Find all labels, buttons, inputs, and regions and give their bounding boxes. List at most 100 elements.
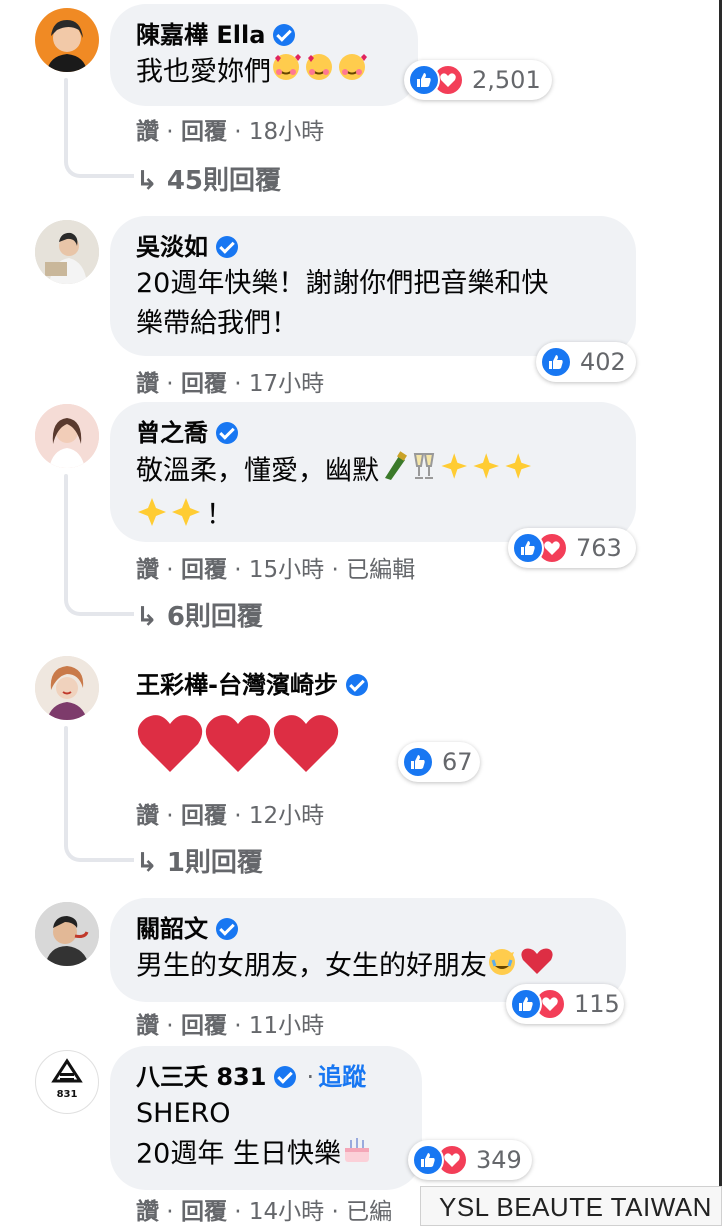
avatar[interactable] <box>35 8 99 72</box>
verified-badge-icon <box>274 1066 297 1088</box>
red-heart-emoji-icon <box>137 715 339 772</box>
reaction-count: 67 <box>442 748 473 776</box>
comment-hearts <box>136 710 444 780</box>
like-reaction-icon <box>402 746 434 778</box>
comment-author[interactable]: 關韶文 <box>136 912 600 946</box>
like-link[interactable]: 讚 <box>136 119 159 145</box>
reply-link[interactable]: 回覆 <box>181 1013 227 1039</box>
comment-text-content: 敬溫柔，懂愛，幽默 <box>136 455 379 487</box>
like-reaction-icon <box>512 532 544 564</box>
view-replies[interactable]: ↳ 6則回覆 <box>136 596 263 633</box>
reaction-summary[interactable]: 763 <box>508 528 636 568</box>
band-logo-icon: 831 <box>51 1058 83 1100</box>
comment-author[interactable]: 王彩樺-台灣濱崎步 <box>136 668 444 702</box>
comment-actions: 讚 · 回覆 · 18小時 <box>136 119 325 145</box>
like-reaction-icon <box>408 64 440 96</box>
comment-actions: 讚 · 回覆 · 17小時 <box>136 371 325 397</box>
verified-badge-icon <box>216 236 238 258</box>
comment-text-line: SHERO <box>136 1098 231 1129</box>
verified-badge-icon <box>216 422 238 444</box>
reply-connector <box>64 826 134 862</box>
author-name[interactable]: 關韶文 <box>136 912 208 946</box>
view-replies[interactable]: ↳ 45則回覆 <box>136 160 281 197</box>
like-link[interactable]: 讚 <box>136 1199 159 1225</box>
avatar[interactable] <box>35 902 99 966</box>
comment-text-content: 男生的女朋友，女生的好朋友 <box>136 950 487 982</box>
champagne-sparkles-emoji-icon <box>379 450 555 494</box>
reply-link[interactable]: 回覆 <box>181 371 227 397</box>
reaction-count: 763 <box>576 534 622 562</box>
like-link[interactable]: 讚 <box>136 1013 159 1039</box>
reply-connector <box>64 140 134 178</box>
comment-author[interactable]: 曾之喬 <box>136 416 610 450</box>
comment-text-content: 20週年 生日快樂 <box>136 1138 341 1170</box>
reply-arrow-icon: ↳ <box>136 166 167 196</box>
like-link[interactable]: 讚 <box>136 803 159 829</box>
comment-author[interactable]: 八三夭 831 · 追蹤 <box>136 1060 396 1094</box>
crying-cat-heart-emoji-icon <box>487 946 553 988</box>
comment-text: 20週年 生日快樂 <box>136 1134 396 1176</box>
reply-arrow-icon: ↳ <box>136 602 167 632</box>
edited-label: 已編輯 <box>346 557 416 583</box>
verified-badge-icon <box>345 674 368 696</box>
author-name[interactable]: 吳淡如 <box>136 230 208 264</box>
reaction-count: 402 <box>580 348 626 376</box>
reaction-count: 2,501 <box>472 66 541 94</box>
like-link[interactable]: 讚 <box>136 371 159 397</box>
like-link[interactable]: 讚 <box>136 557 159 583</box>
replies-count-label[interactable]: 1則回覆 <box>167 848 263 878</box>
like-reaction-icon <box>540 346 572 378</box>
verified-badge-icon <box>273 24 296 46</box>
comment-author[interactable]: 吳淡如 <box>136 230 610 264</box>
comment-text: 男生的女朋友，女生的好朋友 <box>136 946 600 988</box>
svg-text:831: 831 <box>57 1089 78 1100</box>
reaction-summary[interactable]: 67 <box>398 742 480 782</box>
comment-bubble: 曾之喬 敬溫柔，懂愛，幽默 ！ <box>110 402 636 542</box>
thread-line <box>64 78 68 148</box>
reply-arrow-icon: ↳ <box>136 848 167 878</box>
timestamp[interactable]: 11小時 <box>249 1013 324 1039</box>
follow-button[interactable]: 追蹤 <box>318 1060 366 1094</box>
avatar[interactable] <box>35 656 99 720</box>
timestamp[interactable]: 14小時 <box>249 1199 324 1225</box>
replies-count-label[interactable]: 45則回覆 <box>167 166 281 196</box>
author-name[interactable]: 王彩樺-台灣濱崎步 <box>136 668 338 702</box>
comment-actions: 讚 · 回覆 · 15小時 · 已編輯 <box>136 557 416 583</box>
comment-text-line: 樂帶給我們！ <box>136 308 298 339</box>
reply-link[interactable]: 回覆 <box>181 803 227 829</box>
author-name[interactable]: 八三夭 831 <box>136 1060 266 1094</box>
reply-link[interactable]: 回覆 <box>181 557 227 583</box>
birthday-cake-emoji-icon <box>341 1134 373 1176</box>
thread-line <box>64 474 68 594</box>
avatar[interactable] <box>35 220 99 284</box>
reaction-summary[interactable]: 402 <box>536 342 636 382</box>
reaction-summary[interactable]: 2,501 <box>404 60 552 100</box>
timestamp[interactable]: 12小時 <box>249 803 324 829</box>
reaction-summary[interactable]: 115 <box>506 984 624 1024</box>
timestamp[interactable]: 15小時 <box>249 557 324 583</box>
comment-actions: 讚 · 回覆 · 12小時 <box>136 803 325 829</box>
comment-author[interactable]: 陳嘉樺 Ella <box>136 18 392 52</box>
comment-text-content: 我也愛妳們 <box>136 56 271 88</box>
author-name[interactable]: 陳嘉樺 Ella <box>136 18 265 52</box>
reaction-summary[interactable]: 349 <box>408 1140 532 1180</box>
comment-bubble: 吳淡如 20週年快樂！謝謝你們把音樂和快 樂帶給我們！ <box>110 216 636 356</box>
author-name[interactable]: 曾之喬 <box>136 416 208 450</box>
comment-bubble: 八三夭 831 · 追蹤 SHERO 20週年 生日快樂 <box>110 1046 422 1190</box>
comment-text-line: 20週年快樂！謝謝你們把音樂和快 <box>136 268 549 299</box>
timestamp[interactable]: 17小時 <box>249 371 324 397</box>
verified-badge-icon <box>216 918 238 940</box>
smiling-face-with-hearts-emoji-icon <box>271 52 367 94</box>
comment-actions: 讚 · 回覆 · 11小時 <box>136 1013 325 1039</box>
avatar[interactable]: 831 <box>35 1050 99 1114</box>
view-replies[interactable]: ↳ 1則回覆 <box>136 842 263 879</box>
reply-link[interactable]: 回覆 <box>181 1199 227 1225</box>
edited-label: 已編 <box>346 1199 393 1225</box>
comment-bubble: 陳嘉樺 Ella 我也愛妳們 <box>110 4 418 106</box>
reply-link[interactable]: 回覆 <box>181 119 227 145</box>
avatar[interactable] <box>35 404 99 468</box>
replies-count-label[interactable]: 6則回覆 <box>167 602 263 632</box>
comment-actions: 讚 · 回覆 · 14小時 · 已編 <box>136 1199 393 1225</box>
comment-text-content: ！ <box>206 499 233 531</box>
timestamp[interactable]: 18小時 <box>249 119 324 145</box>
